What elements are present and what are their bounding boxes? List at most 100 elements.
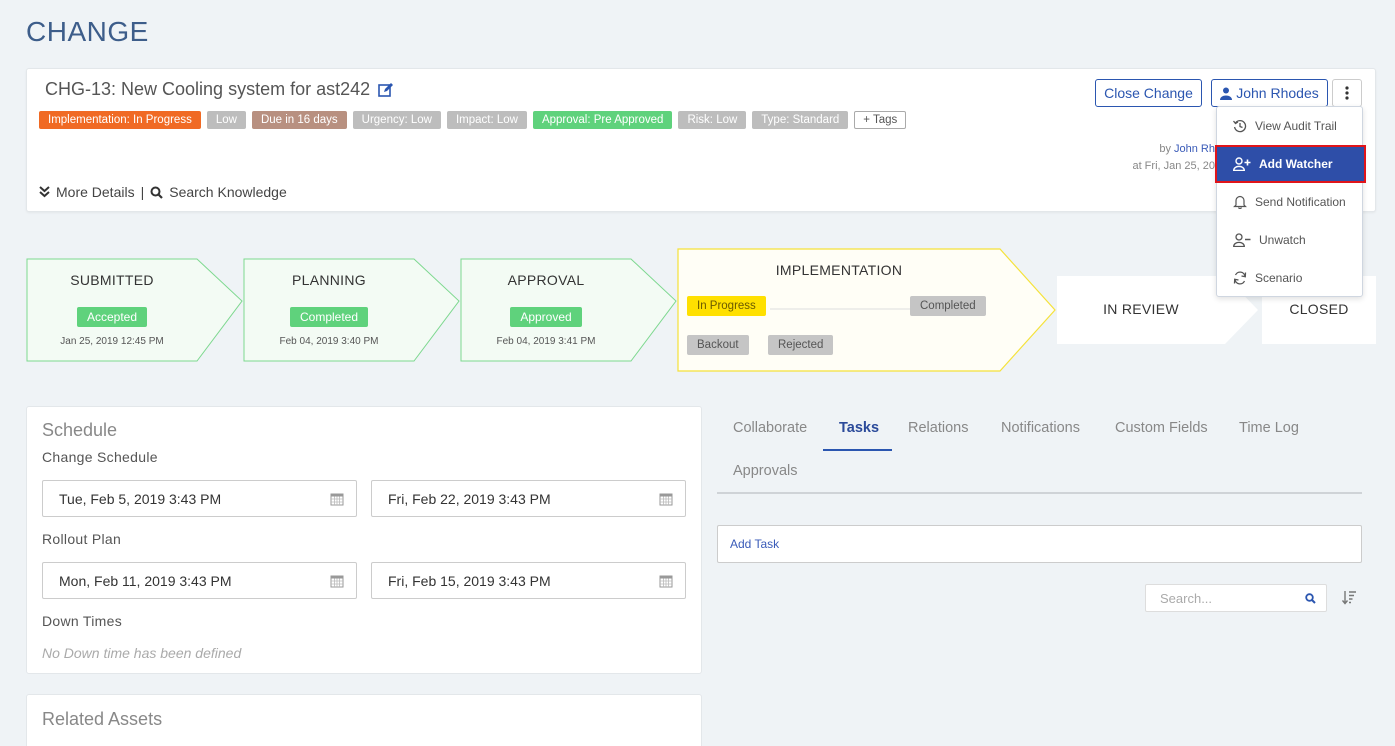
separator: |: [140, 184, 145, 200]
status-badge: Accepted: [76, 307, 148, 327]
stage-submitted-date: Jan 25, 2019 12:45 PM: [60, 336, 164, 347]
byline-prefix: by: [1159, 143, 1171, 155]
rejected-badge[interactable]: Rejected: [768, 335, 834, 355]
search-icon: [150, 186, 164, 199]
close-change-button[interactable]: Close Change: [1095, 79, 1202, 107]
in-progress-badge[interactable]: In Progress: [687, 296, 766, 316]
status-badge: Completed: [289, 307, 369, 327]
tag-chip: Urgency: Low: [352, 111, 441, 129]
schedule-card: Schedule Change Schedule Tue, Feb 5, 201…: [26, 406, 702, 674]
ticket-title: CHG-13: New Cooling system for ast242: [45, 79, 371, 99]
tag-chip: Impact: Low: [446, 111, 527, 129]
stage-submitted-status-wrap: Accepted: [27, 307, 197, 327]
refresh-icon: [1233, 271, 1247, 285]
more-details-link[interactable]: More Details: [56, 184, 135, 200]
search-placeholder: Search...: [1160, 591, 1213, 606]
completed-badge[interactable]: Completed: [910, 296, 986, 316]
add-tags-button[interactable]: + Tags: [854, 111, 907, 129]
kebab-icon: [1345, 86, 1349, 100]
date-value: Mon, Feb 11, 2019 3:43 PM: [59, 572, 232, 589]
stage-submitted-label: SUBMITTED: [70, 272, 154, 288]
schedule-title: Schedule: [42, 420, 118, 440]
tag-chip: Approval: Pre Approved: [532, 111, 673, 129]
tab-tasks[interactable]: Tasks: [839, 420, 879, 436]
calendar-icon: [330, 493, 344, 505]
date-value: Fri, Feb 22, 2019 3:43 PM: [388, 490, 551, 507]
rollout-end-input[interactable]: Fri, Feb 15, 2019 3:43 PM: [371, 562, 686, 599]
user-icon: [1220, 87, 1233, 100]
stage-approval-label: APPROVAL: [507, 272, 585, 288]
down-times-label: Down Times: [42, 613, 123, 629]
menu-label: Scenario: [1255, 271, 1303, 285]
menu-item-view-audit-trail[interactable]: View Audit Trail: [1217, 110, 1364, 142]
double-chevron-down-icon: [39, 186, 50, 198]
tag-chip: Risk: Low: [678, 111, 747, 129]
page-title: CHANGE: [26, 16, 149, 47]
related-assets-title: Related Assets: [42, 709, 163, 729]
search-icon: [1305, 593, 1316, 604]
more-links: More Details | Search Knowledge: [39, 184, 287, 200]
byline-user[interactable]: John Rh: [1174, 143, 1215, 155]
menu-label: View Audit Trail: [1255, 119, 1337, 133]
rollout-start-input[interactable]: Mon, Feb 11, 2019 3:43 PM: [42, 562, 357, 599]
byline: by John Rh at Fri, Jan 25, 20: [1132, 141, 1215, 175]
ticket-title-row: CHG-13: New Cooling system for ast242: [45, 79, 394, 100]
menu-item-scenario[interactable]: Scenario: [1217, 262, 1364, 294]
date-value: Fri, Feb 15, 2019 3:43 PM: [388, 572, 551, 589]
tag-chip: Due in 16 days: [251, 111, 347, 129]
menu-item-unwatch[interactable]: Unwatch: [1217, 224, 1364, 256]
tab-collaborate[interactable]: Collaborate: [733, 420, 807, 436]
calendar-icon: [659, 493, 673, 505]
user-button[interactable]: John Rhodes: [1211, 79, 1328, 107]
tag-chip: Implementation: In Progress: [39, 111, 201, 129]
remove-user-icon: [1233, 233, 1251, 247]
stage-planning-status-wrap: Completed: [244, 307, 414, 327]
backout-badge[interactable]: Backout: [687, 335, 749, 355]
search-knowledge-link[interactable]: Search Knowledge: [169, 184, 287, 200]
add-user-icon: [1233, 157, 1251, 171]
change-start-input[interactable]: Tue, Feb 5, 2019 3:43 PM: [42, 480, 357, 517]
menu-label: Unwatch: [1259, 233, 1306, 247]
add-task-input[interactable]: Add Task: [717, 525, 1362, 563]
ticket-header-card: CHG-13: New Cooling system for ast242 Im…: [26, 68, 1376, 212]
more-actions-button[interactable]: [1332, 79, 1362, 107]
tab-relations[interactable]: Relations: [908, 420, 968, 436]
stage-planning-date: Feb 04, 2019 3:40 PM: [279, 336, 379, 347]
bell-icon: [1233, 195, 1247, 209]
related-assets-card: Related Assets: [26, 694, 702, 746]
stage-approval-date: Feb 04, 2019 3:41 PM: [496, 336, 596, 347]
task-search-input[interactable]: Search...: [1145, 584, 1327, 612]
tabs-divider: [717, 492, 1362, 494]
stage-in-review-label: IN REVIEW: [1103, 301, 1179, 317]
edit-icon[interactable]: [378, 82, 394, 98]
rollout-plan-label: Rollout Plan: [42, 531, 122, 547]
menu-label: Add Watcher: [1259, 157, 1333, 171]
down-times-empty: No Down time has been defined: [42, 645, 242, 661]
tab-time-log[interactable]: Time Log: [1239, 420, 1299, 436]
tab-approvals[interactable]: Approvals: [733, 463, 797, 479]
tag-list: Implementation: In Progress Low Due in 16 …: [39, 111, 907, 129]
change-schedule-label: Change Schedule: [42, 449, 158, 465]
tab-notifications[interactable]: Notifications: [1001, 420, 1080, 436]
user-name: John Rhodes: [1236, 85, 1319, 101]
sort-icon[interactable]: [1342, 590, 1357, 605]
menu-label: Send Notification: [1255, 195, 1346, 209]
tab-custom-fields[interactable]: Custom Fields: [1115, 420, 1208, 436]
status-badge: Approved: [510, 307, 582, 327]
history-icon: [1233, 119, 1247, 133]
change-end-input[interactable]: Fri, Feb 22, 2019 3:43 PM: [371, 480, 686, 517]
actions-menu: View Audit Trail Add Watcher Send Notifi…: [1215, 106, 1366, 297]
date-value: Tue, Feb 5, 2019 3:43 PM: [59, 490, 222, 507]
stage-planning-label: PLANNING: [292, 272, 366, 288]
tag-chip: Low: [206, 111, 246, 129]
byline-date: at Fri, Jan 25, 20: [1132, 160, 1215, 172]
stage-approval-status-wrap: Approved: [461, 307, 631, 327]
stage-closed-label: CLOSED: [1289, 301, 1349, 317]
calendar-icon: [330, 575, 344, 587]
calendar-icon: [659, 575, 673, 587]
tag-chip: Type: Standard: [752, 111, 849, 129]
menu-item-add-watcher[interactable]: Add Watcher: [1215, 145, 1366, 183]
menu-item-send-notification[interactable]: Send Notification: [1217, 186, 1364, 218]
stage-implementation-label: IMPLEMENTATION: [775, 262, 903, 278]
active-tab-indicator: [823, 449, 892, 451]
